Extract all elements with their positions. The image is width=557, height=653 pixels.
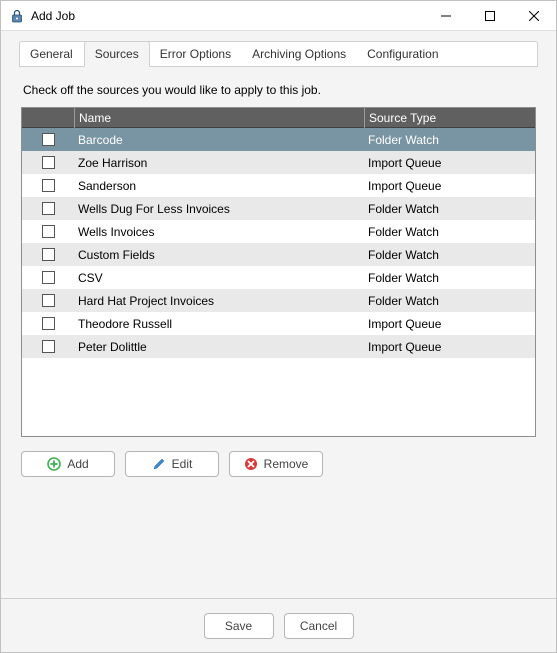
- table-row[interactable]: Zoe HarrisonImport Queue: [22, 151, 535, 174]
- table-row[interactable]: Wells InvoicesFolder Watch: [22, 220, 535, 243]
- table-row[interactable]: Wells Dug For Less InvoicesFolder Watch: [22, 197, 535, 220]
- row-type: Import Queue: [364, 179, 535, 193]
- row-type: Folder Watch: [364, 248, 535, 262]
- col-label: Name: [79, 111, 111, 125]
- table-row[interactable]: BarcodeFolder Watch: [22, 128, 535, 151]
- row-name: Wells Invoices: [74, 225, 364, 239]
- row-checkbox[interactable]: [42, 133, 55, 146]
- tab-configuration[interactable]: Configuration: [357, 42, 449, 66]
- row-check-cell: [22, 202, 74, 215]
- col-name[interactable]: Name: [74, 108, 364, 128]
- row-type: Folder Watch: [364, 294, 535, 308]
- row-type: Folder Watch: [364, 225, 535, 239]
- tab-error-options[interactable]: Error Options: [150, 42, 242, 66]
- sources-table: Name Source Type BarcodeFolder WatchZoe …: [21, 107, 536, 437]
- tab-sources[interactable]: Sources: [84, 41, 150, 67]
- row-type: Import Queue: [364, 340, 535, 354]
- dialog-footer: Save Cancel: [1, 598, 556, 652]
- button-label: Save: [225, 619, 252, 633]
- row-name: Peter Dolittle: [74, 340, 364, 354]
- row-check-cell: [22, 133, 74, 146]
- row-type: Folder Watch: [364, 133, 535, 147]
- minimize-button[interactable]: [424, 1, 468, 31]
- button-label: Add: [67, 457, 88, 471]
- row-checkbox[interactable]: [42, 271, 55, 284]
- tab-label: Configuration: [367, 47, 438, 61]
- table-row[interactable]: Peter DolittleImport Queue: [22, 335, 535, 358]
- button-label: Remove: [264, 457, 309, 471]
- table-row[interactable]: Custom FieldsFolder Watch: [22, 243, 535, 266]
- row-name: Theodore Russell: [74, 317, 364, 331]
- row-type: Import Queue: [364, 317, 535, 331]
- cancel-button[interactable]: Cancel: [284, 613, 354, 639]
- tab-general[interactable]: General: [20, 42, 84, 66]
- row-type: Import Queue: [364, 156, 535, 170]
- dialog-add-job: Add Job General Sources Error Options Ar…: [0, 0, 557, 653]
- action-buttons: Add Edit Remove: [21, 451, 536, 477]
- row-checkbox[interactable]: [42, 248, 55, 261]
- row-check-cell: [22, 248, 74, 261]
- edit-button[interactable]: Edit: [125, 451, 219, 477]
- row-type: Folder Watch: [364, 271, 535, 285]
- col-type[interactable]: Source Type: [364, 108, 535, 128]
- button-label: Edit: [172, 457, 193, 471]
- row-name: Zoe Harrison: [74, 156, 364, 170]
- row-name: Barcode: [74, 133, 364, 147]
- row-name: CSV: [74, 271, 364, 285]
- row-checkbox[interactable]: [42, 317, 55, 330]
- row-checkbox[interactable]: [42, 294, 55, 307]
- row-check-cell: [22, 317, 74, 330]
- row-name: Custom Fields: [74, 248, 364, 262]
- row-checkbox[interactable]: [42, 340, 55, 353]
- tab-label: Archiving Options: [252, 47, 346, 61]
- pencil-icon: [152, 457, 166, 471]
- add-button[interactable]: Add: [21, 451, 115, 477]
- instruction-text: Check off the sources you would like to …: [23, 83, 534, 97]
- lock-icon: [9, 8, 25, 24]
- remove-icon: [244, 457, 258, 471]
- row-check-cell: [22, 225, 74, 238]
- table-header: Name Source Type: [22, 108, 535, 128]
- row-checkbox[interactable]: [42, 156, 55, 169]
- table-row[interactable]: CSVFolder Watch: [22, 266, 535, 289]
- tab-label: General: [30, 47, 73, 61]
- row-checkbox[interactable]: [42, 225, 55, 238]
- tab-label: Error Options: [160, 47, 231, 61]
- maximize-button[interactable]: [468, 1, 512, 31]
- row-check-cell: [22, 294, 74, 307]
- tab-label: Sources: [95, 47, 139, 61]
- table-body: BarcodeFolder WatchZoe HarrisonImport Qu…: [22, 128, 535, 358]
- row-checkbox[interactable]: [42, 179, 55, 192]
- plus-icon: [47, 457, 61, 471]
- row-name: Hard Hat Project Invoices: [74, 294, 364, 308]
- row-name: Wells Dug For Less Invoices: [74, 202, 364, 216]
- table-row[interactable]: SandersonImport Queue: [22, 174, 535, 197]
- tab-strip: General Sources Error Options Archiving …: [19, 41, 538, 67]
- row-checkbox[interactable]: [42, 202, 55, 215]
- row-check-cell: [22, 179, 74, 192]
- col-check: [22, 108, 74, 128]
- tab-archiving-options[interactable]: Archiving Options: [242, 42, 357, 66]
- window-title: Add Job: [31, 9, 75, 23]
- table-row[interactable]: Hard Hat Project InvoicesFolder Watch: [22, 289, 535, 312]
- row-check-cell: [22, 156, 74, 169]
- col-label: Source Type: [369, 111, 436, 125]
- table-row[interactable]: Theodore RussellImport Queue: [22, 312, 535, 335]
- remove-button[interactable]: Remove: [229, 451, 323, 477]
- button-label: Cancel: [300, 619, 337, 633]
- row-type: Folder Watch: [364, 202, 535, 216]
- titlebar: Add Job: [1, 1, 556, 31]
- row-check-cell: [22, 340, 74, 353]
- close-button[interactable]: [512, 1, 556, 31]
- save-button[interactable]: Save: [204, 613, 274, 639]
- row-check-cell: [22, 271, 74, 284]
- row-name: Sanderson: [74, 179, 364, 193]
- content-area: General Sources Error Options Archiving …: [1, 31, 556, 598]
